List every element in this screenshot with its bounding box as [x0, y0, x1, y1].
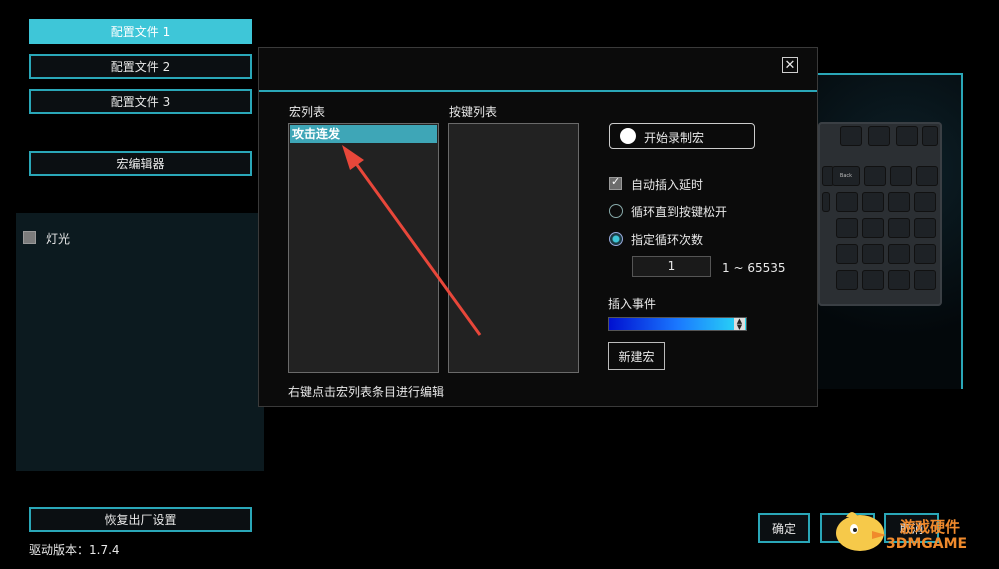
annotation-arrow	[342, 145, 482, 336]
